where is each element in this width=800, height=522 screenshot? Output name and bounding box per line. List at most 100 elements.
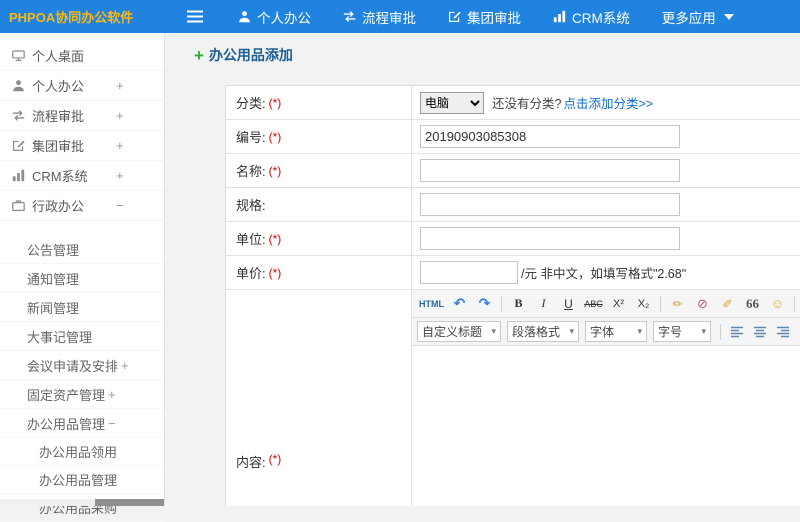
expand-toggle[interactable]: + xyxy=(116,168,124,183)
required-mark: (*) xyxy=(268,163,282,178)
highlight-pen-button[interactable]: ✐ xyxy=(716,294,739,314)
subscript-button[interactable]: X₂ xyxy=(632,294,655,314)
briefcase-icon xyxy=(12,199,32,212)
form-row-name: 名称: (*) xyxy=(226,154,800,188)
office-supplies-form: 分类: (*) 电脑 还没有分类? 点击添加分类>> 编号: (*) 名称 xyxy=(225,85,800,506)
add-category-link[interactable]: 点击添加分类>> xyxy=(563,93,653,112)
expand-toggle[interactable]: + xyxy=(116,108,124,123)
nav-more-apps[interactable]: 更多应用 xyxy=(662,7,734,27)
sidebar-item-personal-desktop[interactable]: 个人桌面 xyxy=(0,41,164,71)
emotion-button[interactable]: ☺ xyxy=(766,294,789,314)
sidebar-scrollbar-thumb[interactable] xyxy=(95,499,164,506)
font-family-select[interactable]: 字体 xyxy=(585,321,647,342)
sidebar-item-meeting-request[interactable]: 会议申请及安排 + xyxy=(0,351,164,380)
expand-toggle[interactable]: + xyxy=(108,387,116,402)
code-input[interactable] xyxy=(420,125,680,148)
required-mark: (*) xyxy=(268,95,282,110)
sidebar-item-supplies-requisition[interactable]: 办公用品领用 xyxy=(0,438,164,466)
select-label: 字体 xyxy=(590,325,615,339)
strikethrough-button[interactable]: ABC xyxy=(582,294,605,314)
sidebar-item-workflow-approval[interactable]: 流程审批 + xyxy=(0,101,164,131)
nav-workflow-approval[interactable]: 流程审批 xyxy=(343,7,416,27)
sidebar-item-label: 集团审批 xyxy=(32,139,85,154)
underline-button[interactable]: U xyxy=(557,294,580,314)
field-value-cell: 电脑 还没有分类? 点击添加分类>> xyxy=(411,86,800,119)
main-content: + 办公用品添加 分类: (*) 电脑 还没有分类? 点击添加分类>> 编号: … xyxy=(166,33,800,506)
nav-label: 个人办公 xyxy=(257,10,311,26)
field-value-cell xyxy=(411,222,800,255)
nav-personal-office[interactable]: 个人办公 xyxy=(238,7,311,27)
desktop-icon xyxy=(12,49,32,62)
sidebar-item-label: 办公用品领用 xyxy=(39,445,118,460)
bar-chart-icon xyxy=(553,10,566,23)
remove-format-button[interactable]: ⊘ xyxy=(691,294,714,314)
nav-label: 更多应用 xyxy=(661,10,716,26)
align-center-icon[interactable] xyxy=(749,322,770,342)
custom-title-select[interactable]: 自定义标题 xyxy=(417,321,501,342)
spec-input[interactable] xyxy=(420,193,680,216)
category-select[interactable]: 电脑 xyxy=(420,91,484,114)
field-value-cell xyxy=(411,188,800,221)
category-hint: 还没有分类? xyxy=(492,97,562,111)
nav-group-approval[interactable]: 集团审批 xyxy=(448,7,521,27)
editor-toolbar-row2: 自定义标题 段落格式 字体 字号 xyxy=(412,318,800,346)
sidebar-item-crm-system[interactable]: CRM系统 + xyxy=(0,161,164,191)
expand-toggle[interactable]: + xyxy=(121,358,129,373)
field-label-cell: 编号: (*) xyxy=(226,120,411,153)
bold-button[interactable]: B xyxy=(507,294,530,314)
form-row-price: 单价: (*) /元 非中文，如填写格式"2.68" xyxy=(226,256,800,290)
expand-toggle[interactable]: + xyxy=(116,78,124,93)
field-value-cell: /元 非中文，如填写格式"2.68" xyxy=(411,256,800,289)
editor-content-area[interactable] xyxy=(412,346,800,506)
nav-crm-system[interactable]: CRM系统 xyxy=(553,7,630,27)
undo-button[interactable]: ↶ xyxy=(448,294,471,314)
required-mark: (*) xyxy=(268,265,282,280)
user-icon xyxy=(238,10,251,23)
price-input[interactable] xyxy=(420,261,518,284)
user-icon xyxy=(12,79,32,92)
italic-button[interactable]: I xyxy=(532,294,555,314)
source-code-button[interactable]: HTML xyxy=(417,294,446,314)
sidebar-item-memorabilia-mgmt[interactable]: 大事记管理 xyxy=(0,322,164,351)
price-format-hint: /元 非中文，如填写格式"2.68" xyxy=(521,267,687,281)
expand-toggle[interactable]: + xyxy=(116,138,124,153)
sidebar-item-office-supplies-mgmt[interactable]: 办公用品管理 − xyxy=(0,409,164,438)
topbar: PHPOA协同办公软件 个人办公 流程审批 集团审批 CRM系统 更多应用 xyxy=(0,0,800,33)
select-label: 段落格式 xyxy=(512,325,561,339)
sidebar-item-fixed-assets-mgmt[interactable]: 固定资产管理 + xyxy=(0,380,164,409)
font-size-select[interactable]: 字号 xyxy=(653,321,711,342)
sidebar-item-news-mgmt[interactable]: 新闻管理 xyxy=(0,293,164,322)
form-row-code: 编号: (*) xyxy=(226,120,800,154)
nav-label: 流程审批 xyxy=(362,10,416,26)
name-input[interactable] xyxy=(420,159,680,182)
hamburger-icon[interactable] xyxy=(186,10,204,23)
sidebar-item-notice-mgmt[interactable]: 通知管理 xyxy=(0,264,164,293)
sidebar-item-announcement-mgmt[interactable]: 公告管理 xyxy=(0,235,164,264)
sidebar-scrollbar[interactable] xyxy=(0,499,164,506)
align-right-icon[interactable] xyxy=(772,322,793,342)
sidebar-item-personal-office[interactable]: 个人办公 + xyxy=(0,71,164,101)
blockquote-button[interactable]: 66 xyxy=(741,294,764,314)
sidebar-item-label: 个人办公 xyxy=(32,79,85,94)
format-painter-button[interactable]: ✏ xyxy=(666,294,689,314)
sidebar-item-supplies-management[interactable]: 办公用品管理 xyxy=(0,466,164,494)
admin-office-submenu: 公告管理 通知管理 新闻管理 大事记管理 会议申请及安排 + 固定资产管理 + … xyxy=(0,235,164,522)
editor-toolbar-row1: HTML ↶ ↷ B I U ABC X² X₂ ✏ ⊘ ✐ 66 ☺ xyxy=(412,290,800,318)
form-row-content: 内容: (*) HTML ↶ ↷ B I U ABC X² X₂ ✏ ⊘ ✐ 6… xyxy=(226,290,800,506)
paragraph-format-select[interactable]: 段落格式 xyxy=(507,321,579,342)
redo-button[interactable]: ↷ xyxy=(473,294,496,314)
align-justify-icon[interactable] xyxy=(795,322,800,342)
form-row-category: 分类: (*) 电脑 还没有分类? 点击添加分类>> xyxy=(226,86,800,120)
workflow-icon xyxy=(12,109,32,122)
nav-label: 集团审批 xyxy=(467,10,521,26)
sidebar-item-group-approval[interactable]: 集团审批 + xyxy=(0,131,164,161)
superscript-button[interactable]: X² xyxy=(607,294,630,314)
edit-icon xyxy=(12,139,32,152)
align-left-icon[interactable] xyxy=(726,322,747,342)
sidebar-item-label: 办公用品管理 xyxy=(39,473,118,488)
unit-input[interactable] xyxy=(420,227,680,250)
collapse-toggle[interactable]: − xyxy=(108,416,116,431)
collapse-toggle[interactable]: − xyxy=(116,198,124,213)
required-mark: (*) xyxy=(268,452,282,466)
sidebar-item-admin-office[interactable]: 行政办公 − xyxy=(0,191,164,221)
